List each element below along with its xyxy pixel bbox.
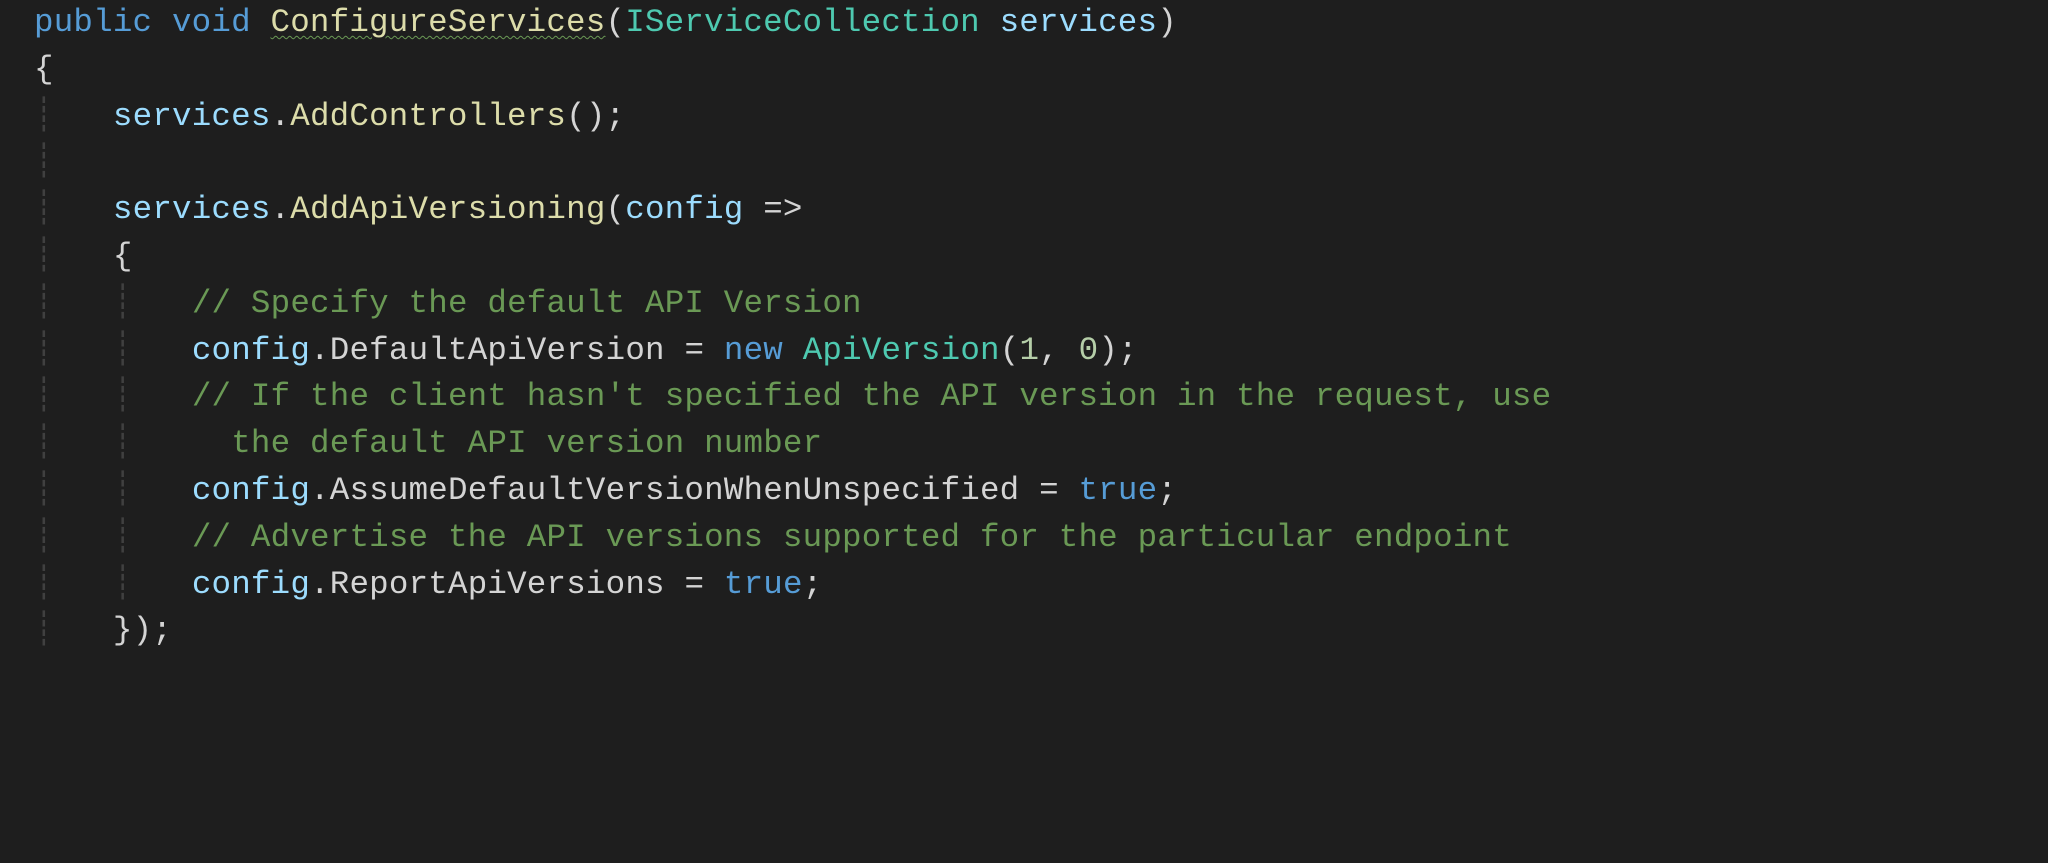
keyword-new: new [724, 332, 783, 369]
keyword-true: true [1079, 472, 1158, 509]
code-line: ┊ ┊ config.AssumeDefaultVersionWhenUnspe… [34, 472, 1177, 509]
code-line: ┊ ┊ config.ReportApiVersions = true; [34, 566, 822, 603]
identifier-config: config [192, 566, 310, 603]
property-defaultapiversion: DefaultApiVersion [330, 332, 665, 369]
identifier-services: services [113, 191, 271, 228]
code-line: public void ConfigureServices(IServiceCo… [34, 4, 1177, 41]
method-addapiversioning: AddApiVersioning [290, 191, 605, 228]
type-apiversion: ApiVersion [803, 332, 1000, 369]
keyword-true: true [724, 566, 803, 603]
paren-open: ( [605, 4, 625, 41]
number-literal: 1 [1019, 332, 1039, 369]
code-line: ┊ }); [34, 612, 172, 649]
code-line: ┊ services.AddApiVersioning(config => [34, 191, 803, 228]
code-line: ┊ ┊ config.DefaultApiVersion = new ApiVe… [34, 332, 1138, 369]
code-editor[interactable]: public void ConfigureServices(IServiceCo… [0, 0, 2048, 655]
code-line: { [34, 51, 54, 88]
param-services: services [1000, 4, 1158, 41]
type-iservicecollection: IServiceCollection [625, 4, 980, 41]
number-literal: 0 [1079, 332, 1099, 369]
identifier-services: services [113, 98, 271, 135]
lambda-param-config: config [625, 191, 743, 228]
identifier-config: config [192, 332, 310, 369]
comment: // Specify the default API Version [192, 285, 862, 322]
code-line: ┊ { [34, 238, 133, 275]
method-name: ConfigureServices [271, 4, 606, 41]
code-line: ┊ ┊ the default API version number [34, 425, 822, 462]
code-line: ┊ services.AddControllers(); [34, 98, 625, 135]
property-assumedefault: AssumeDefaultVersionWhenUnspecified [330, 472, 1020, 509]
property-reportapiversions: ReportApiVersions [330, 566, 665, 603]
keyword-void: void [172, 4, 251, 41]
code-line: ┊ ┊ // Advertise the API versions suppor… [34, 519, 1512, 556]
comment: // If the client hasn't specified the AP… [192, 378, 1571, 415]
keyword-public: public [34, 4, 152, 41]
comment: the default API version number [231, 425, 822, 462]
identifier-config: config [192, 472, 310, 509]
code-line: ┊ ┊ // If the client hasn't specified th… [34, 378, 1571, 415]
method-addcontrollers: AddControllers [290, 98, 566, 135]
comment: // Advertise the API versions supported … [192, 519, 1512, 556]
brace-open: { [113, 238, 133, 275]
paren-close: ) [1157, 4, 1177, 41]
code-line: ┊ [34, 144, 54, 181]
code-line: ┊ ┊ // Specify the default API Version [34, 285, 862, 322]
lambda-close: }); [113, 612, 172, 649]
brace-open: { [34, 51, 54, 88]
